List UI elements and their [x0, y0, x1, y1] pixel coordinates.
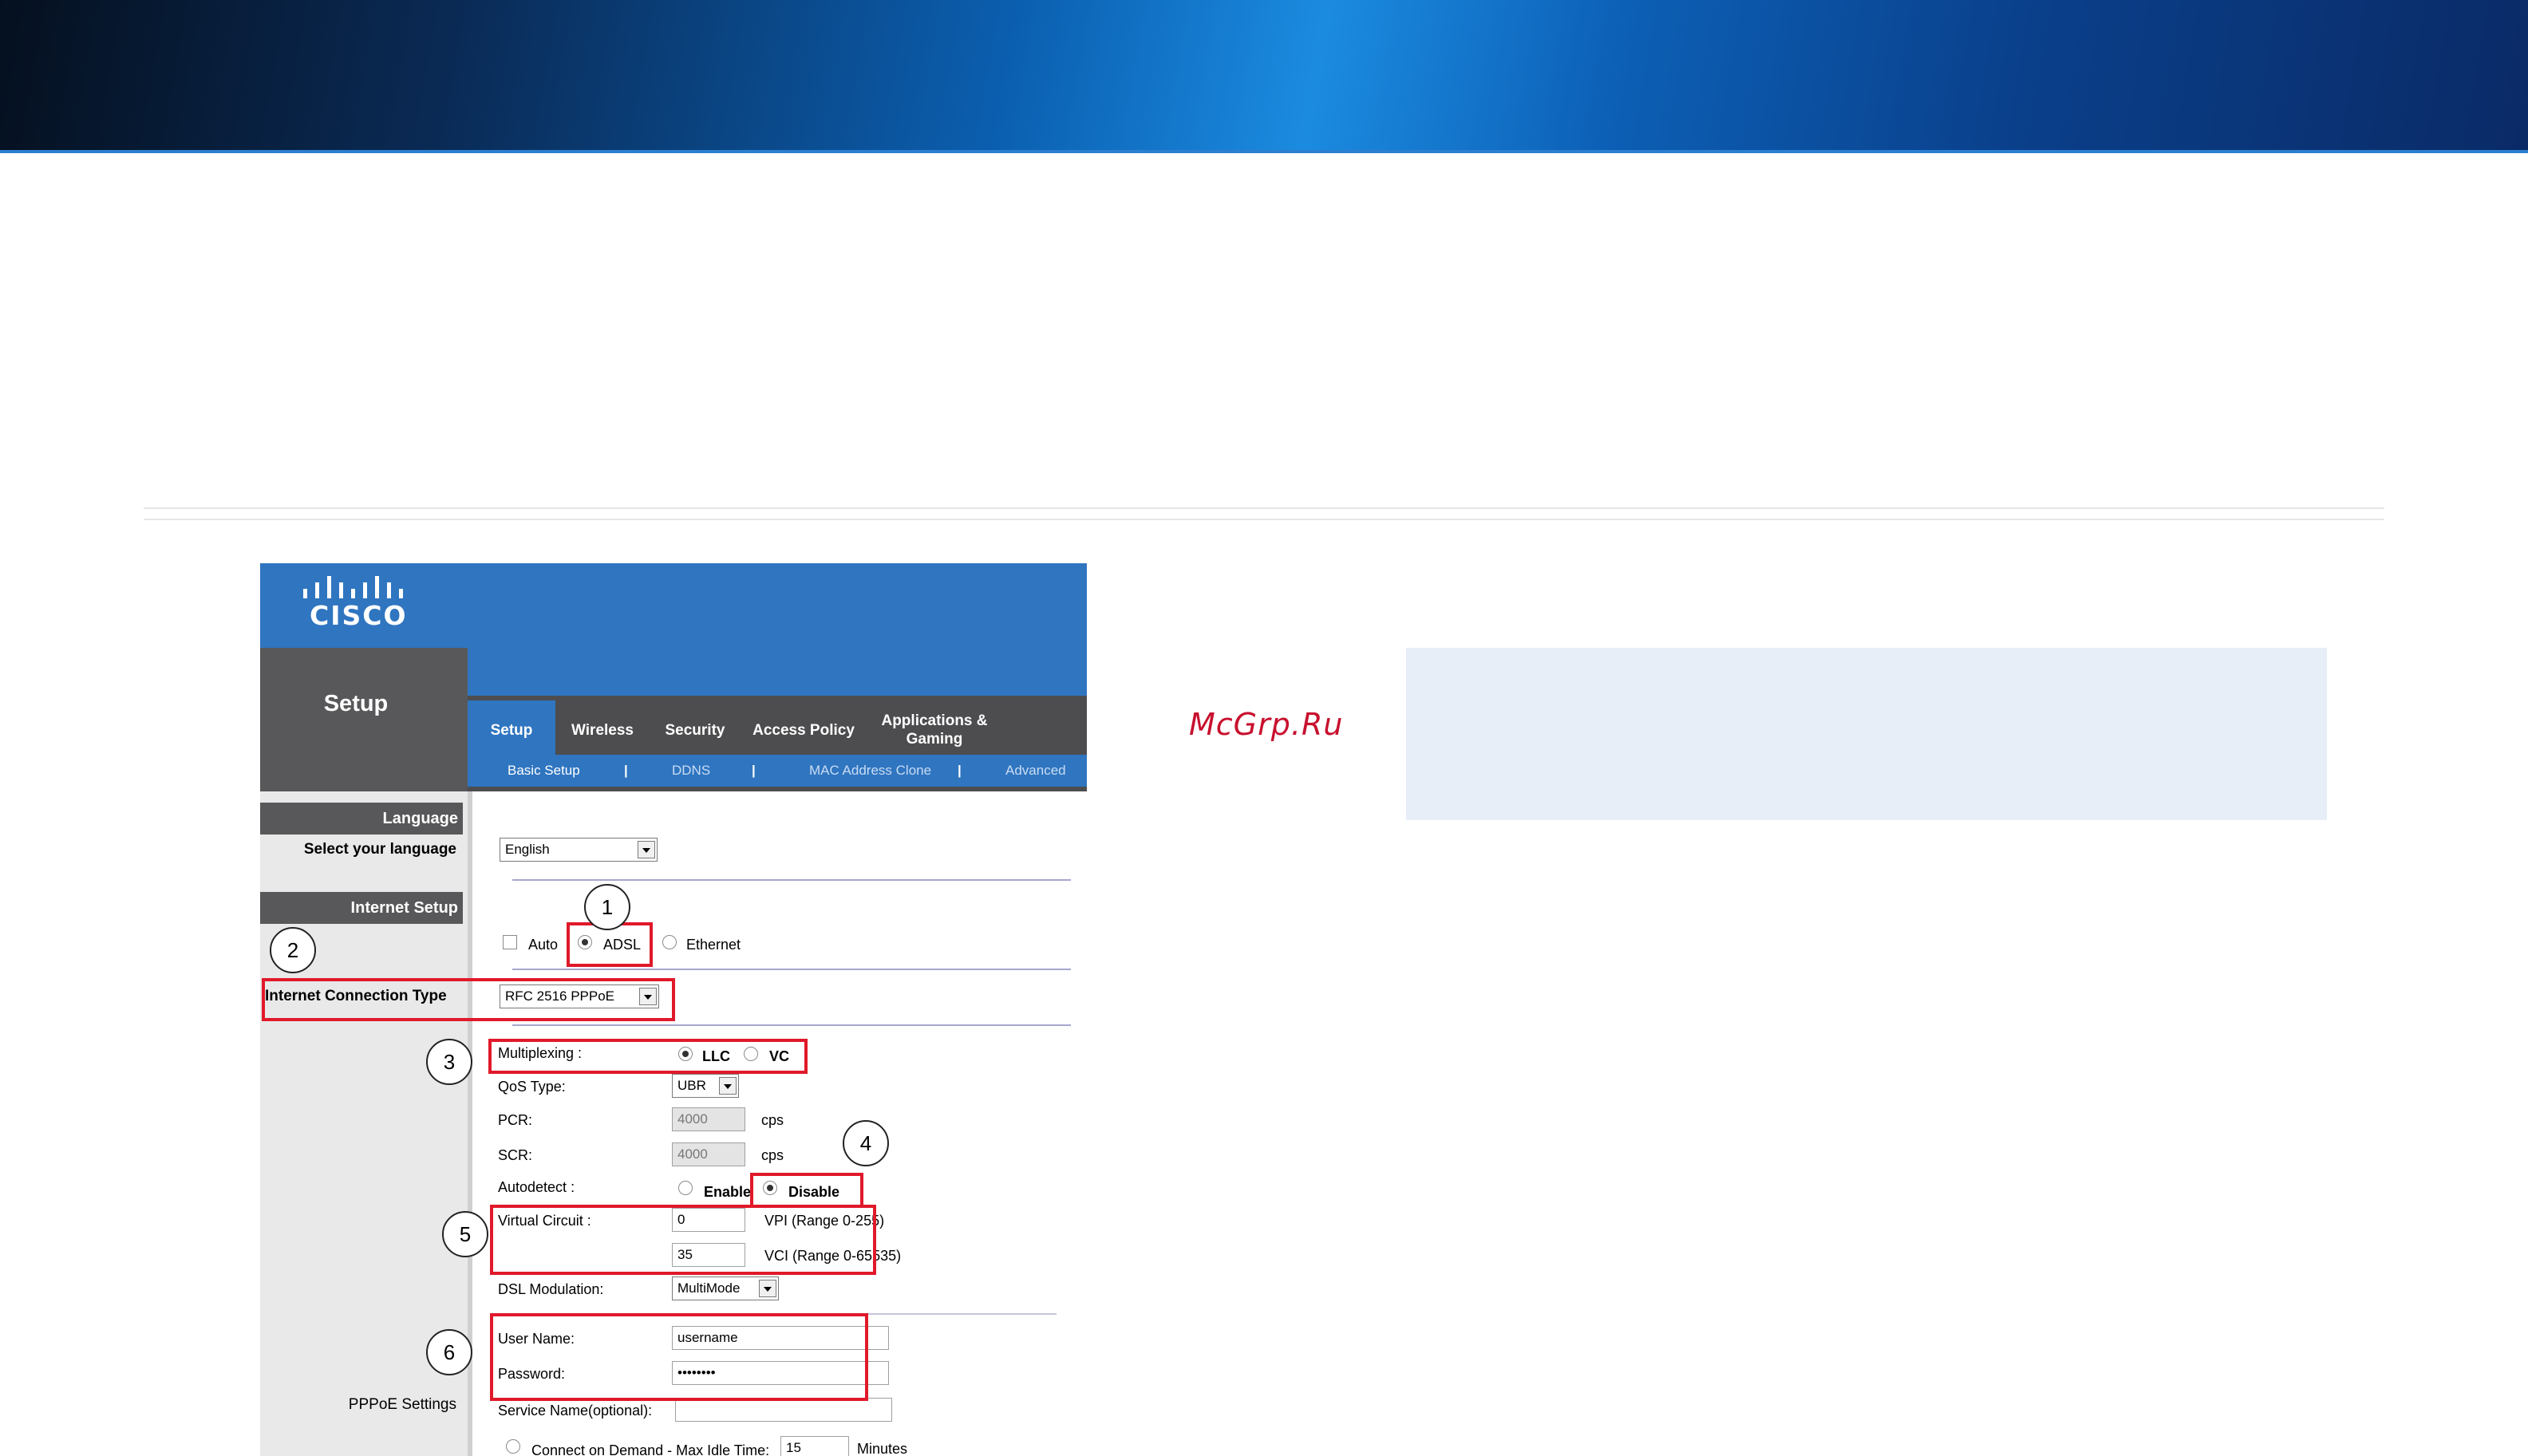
qos-select[interactable]: UBR [672, 1074, 739, 1098]
highlight-box-virtual-circuit [490, 1205, 876, 1275]
qos-label: QoS Type: [498, 1079, 566, 1095]
internet-setup-header: Internet Setup [260, 892, 463, 924]
pcr-label: PCR: [498, 1112, 533, 1128]
section-divider [512, 879, 1071, 881]
tab-security[interactable]: Security [651, 700, 739, 760]
tab-setup[interactable]: Setup [468, 700, 555, 760]
nav-top-bar [468, 648, 1087, 696]
language-header: Language [260, 803, 463, 835]
chevron-down-icon[interactable] [759, 1280, 776, 1297]
connect-on-demand-label: Connect on Demand - Max Idle Time: [531, 1442, 770, 1456]
pcr-unit: cps [761, 1112, 784, 1128]
language-label: Select your language [303, 841, 456, 858]
language-select[interactable]: English [500, 838, 658, 862]
pppoe-settings-label: PPPoE Settings [348, 1396, 456, 1413]
auto-checkbox[interactable] [503, 935, 517, 949]
pcr-input[interactable]: 4000 [672, 1107, 745, 1131]
router-header: CISCO [260, 563, 1087, 648]
subtab-separator: | [752, 763, 756, 778]
ethernet-label: Ethernet [686, 937, 741, 953]
cisco-logo-icon [303, 576, 403, 598]
auto-label: Auto [528, 937, 559, 953]
tab-applications-gaming[interactable]: Applications & Gaming [875, 700, 994, 760]
tab-wireless[interactable]: Wireless [559, 700, 646, 760]
callout-3: 3 [426, 1039, 472, 1085]
service-name-label: Service Name(optional): [498, 1403, 653, 1419]
ethernet-radio[interactable] [662, 935, 677, 949]
subtab-mac-address-clone[interactable]: MAC Address Clone [809, 755, 931, 787]
section-divider [512, 1024, 1071, 1026]
dsl-modulation-value: MultiMode [677, 1280, 741, 1296]
subtab-separator: | [958, 763, 962, 778]
language-select-value: English [505, 842, 550, 857]
subtab-basic-setup[interactable]: Basic Setup [508, 755, 580, 787]
chevron-down-icon[interactable] [719, 1077, 737, 1095]
autodetect-label: Autodetect : [498, 1179, 575, 1195]
watermark-text: McGrp.Ru [1189, 707, 1344, 742]
subtab-separator: | [624, 763, 628, 778]
dsl-modulation-select[interactable]: MultiMode [672, 1276, 779, 1300]
section-divider [512, 969, 1071, 970]
divider-line [144, 507, 2384, 509]
sub-tabs: Basic Setup | DDNS | MAC Address Clone |… [468, 755, 1087, 787]
subtab-advanced[interactable]: Advanced [1005, 755, 1066, 787]
callout-5: 5 [442, 1211, 488, 1257]
max-idle-input[interactable]: 15 [780, 1436, 849, 1456]
qos-value: UBR [677, 1078, 706, 1093]
main-tabs: Setup Wireless Security Access Policy Ap… [468, 700, 1087, 760]
cisco-logo-text: CISCO [310, 600, 408, 631]
scr-label: SCR: [498, 1147, 533, 1163]
autodetect-enable-label: Enable [704, 1184, 752, 1200]
scr-input[interactable]: 4000 [672, 1142, 745, 1166]
chevron-down-icon[interactable] [638, 841, 655, 858]
callout-4: 4 [843, 1120, 889, 1166]
dsl-modulation-label: DSL Modulation: [498, 1281, 604, 1297]
tab-access-policy[interactable]: Access Policy [744, 700, 863, 760]
callout-6: 6 [426, 1329, 472, 1375]
note-box [1406, 648, 2327, 820]
callout-1: 1 [584, 884, 630, 930]
divider-line [144, 519, 2384, 520]
callout-2: 2 [270, 927, 316, 973]
highlight-box-multiplexing [488, 1039, 808, 1074]
highlight-box-connection-type [262, 978, 675, 1021]
highlight-box-autodetect [750, 1173, 863, 1208]
scr-unit: cps [761, 1147, 784, 1163]
section-panel [260, 648, 468, 791]
connect-on-demand-radio[interactable] [506, 1439, 520, 1454]
header-banner [0, 0, 2528, 153]
autodetect-enable-radio[interactable] [678, 1181, 693, 1195]
subtab-ddns[interactable]: DDNS [672, 755, 710, 787]
max-idle-unit: Minutes [857, 1441, 908, 1456]
router-screenshot: CISCO Setup Setup Wireless Security Acce… [260, 563, 1087, 1456]
section-title: Setup [323, 691, 389, 716]
service-name-input[interactable] [675, 1398, 892, 1422]
highlight-box-credentials [490, 1313, 868, 1401]
